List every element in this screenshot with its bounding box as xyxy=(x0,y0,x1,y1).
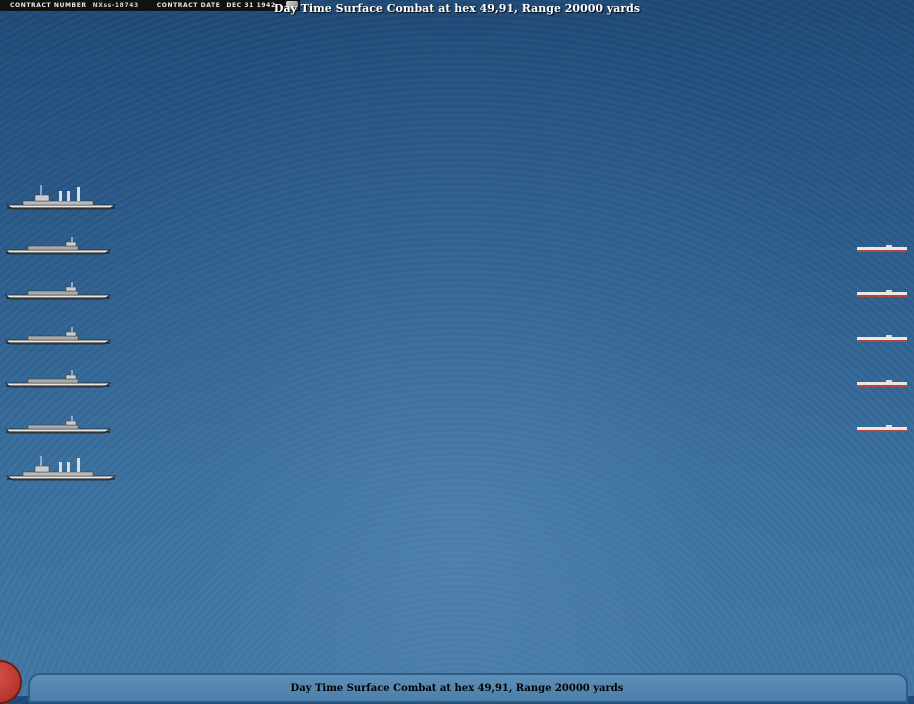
allied-ship-destroyer[interactable] xyxy=(4,368,112,388)
enemy-ship-transport[interactable] xyxy=(856,380,908,388)
combat-title: Day Time Surface Combat at hex 49,91, Ra… xyxy=(273,2,641,15)
enemy-ship-transport[interactable] xyxy=(856,425,908,433)
allied-ship-destroyer[interactable] xyxy=(4,414,112,434)
allied-ship-destroyer[interactable] xyxy=(4,325,112,345)
enemy-ship-transport[interactable] xyxy=(856,335,908,343)
status-bar-text: Day Time Surface Combat at hex 49,91, Ra… xyxy=(290,683,624,694)
allied-ship-destroyer[interactable] xyxy=(4,235,112,255)
allied-ship-cruiser[interactable] xyxy=(5,181,117,211)
allied-ship-cruiser[interactable] xyxy=(5,452,117,482)
enemy-ship-transport[interactable] xyxy=(856,290,908,298)
enemy-ship-transport[interactable] xyxy=(856,245,908,253)
red-round-button[interactable] xyxy=(0,660,22,704)
allied-ship-destroyer[interactable] xyxy=(4,280,112,300)
